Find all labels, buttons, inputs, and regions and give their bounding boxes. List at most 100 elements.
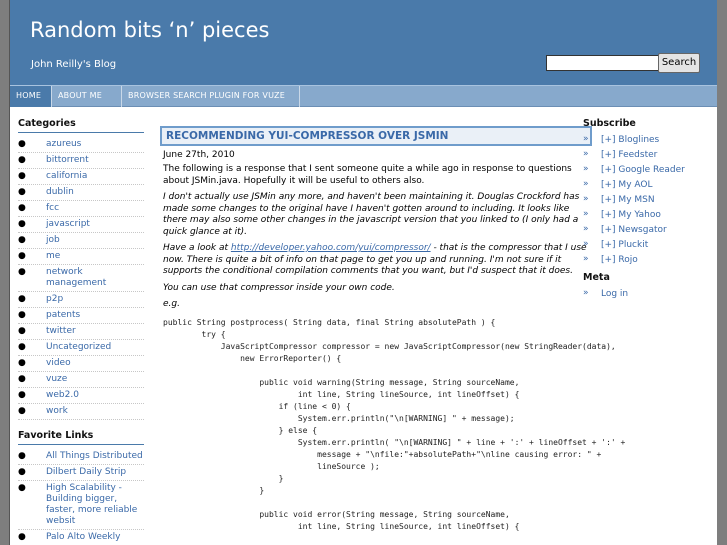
subscribe-item[interactable]: » [+] My Yahoo xyxy=(583,208,717,223)
favorite-link-item[interactable]: ● All Things Distributed xyxy=(18,449,144,465)
categories-heading: Categories xyxy=(18,118,144,133)
category-item[interactable]: ● Uncategorized xyxy=(18,340,144,356)
favorite-link-item[interactable]: ● Dilbert Daily Strip xyxy=(18,465,144,481)
category-label[interactable]: vuze xyxy=(46,374,67,384)
subscribe-label[interactable]: [+] My MSN xyxy=(601,195,655,205)
subscribe-item[interactable]: » [+] Bloglines xyxy=(583,133,717,148)
subscribe-label[interactable]: [+] Feedster xyxy=(601,150,657,160)
meta-list: » Log in xyxy=(583,287,717,302)
favorite-link-label[interactable]: All Things Distributed xyxy=(46,451,143,461)
favorite-link-label[interactable]: High Scalability - Building bigger, fast… xyxy=(46,483,137,526)
category-label[interactable]: web2.0 xyxy=(46,390,79,400)
subscribe-heading: Subscribe xyxy=(583,118,636,129)
bullet-icon: ● xyxy=(18,155,26,165)
bullet-icon: ● xyxy=(18,390,26,400)
search-input[interactable] xyxy=(546,55,663,71)
category-item[interactable]: ● bittorrent xyxy=(18,153,144,169)
category-label[interactable]: azureus xyxy=(46,139,81,149)
category-label[interactable]: dublin xyxy=(46,187,74,197)
bullet-icon: ● xyxy=(18,294,26,304)
subscribe-label[interactable]: [+] My Yahoo xyxy=(601,210,661,220)
double-chevron-icon: » xyxy=(583,288,589,298)
subscribe-item[interactable]: » [+] My AOL xyxy=(583,178,717,193)
bullet-icon: ● xyxy=(18,203,26,213)
category-item[interactable]: ● video xyxy=(18,356,144,372)
subscribe-label[interactable]: [+] Pluckit xyxy=(601,240,648,250)
subscribe-item[interactable]: » [+] Rojo xyxy=(583,253,717,268)
category-item[interactable]: ● web2.0 xyxy=(18,388,144,404)
category-label[interactable]: network management xyxy=(46,267,106,288)
category-item[interactable]: ● job xyxy=(18,233,144,249)
category-item[interactable]: ● california xyxy=(18,169,144,185)
favorite-link-item[interactable]: ● High Scalability - Building bigger, fas… xyxy=(18,481,144,530)
code-block: public String postprocess( String data, … xyxy=(163,317,626,531)
bullet-icon: ● xyxy=(18,532,26,542)
category-label[interactable]: javascript xyxy=(46,219,90,229)
subscribe-label[interactable]: [+] Bloglines xyxy=(601,135,659,145)
subscribe-label[interactable]: [+] My AOL xyxy=(601,180,652,190)
meta-heading: Meta xyxy=(583,272,610,283)
nav-about-me[interactable]: ABOUT ME xyxy=(52,86,122,107)
double-chevron-icon: » xyxy=(583,149,589,159)
subscribe-item[interactable]: » [+] Google Reader xyxy=(583,163,717,178)
category-label[interactable]: video xyxy=(46,358,71,368)
bullet-icon: ● xyxy=(18,406,26,416)
double-chevron-icon: » xyxy=(583,224,589,234)
category-item[interactable]: ● vuze xyxy=(18,372,144,388)
category-item[interactable]: ● dublin xyxy=(18,185,144,201)
category-label[interactable]: patents xyxy=(46,310,80,320)
main-content: RECOMMENDING YUI-COMPRESSOR OVER JSMIN J… xyxy=(160,126,626,533)
favorite-link-item[interactable]: ● Palo Alto Weekly xyxy=(18,530,144,545)
post-paragraph: Have a look at http://developer.yahoo.co… xyxy=(163,243,592,278)
category-item[interactable]: ● work xyxy=(18,404,144,420)
site-title[interactable]: Random bits ‘n’ pieces xyxy=(30,18,269,42)
subscribe-item[interactable]: » [+] Feedster xyxy=(583,148,717,163)
page: Random bits ‘n’ pieces John Reilly's Blo… xyxy=(10,0,717,545)
bullet-icon: ● xyxy=(18,374,26,384)
bullet-icon: ● xyxy=(18,235,26,245)
double-chevron-icon: » xyxy=(583,134,589,144)
favorite-link-label[interactable]: Dilbert Daily Strip xyxy=(46,467,126,477)
bullet-icon: ● xyxy=(18,219,26,229)
subscribe-label[interactable]: [+] Rojo xyxy=(601,255,638,265)
bullet-icon: ● xyxy=(18,310,26,320)
subscribe-item[interactable]: » [+] Newsgator xyxy=(583,223,717,238)
meta-item[interactable]: » Log in xyxy=(583,287,717,302)
category-item[interactable]: ● azureus xyxy=(18,137,144,153)
subscribe-item[interactable]: » [+] My MSN xyxy=(583,193,717,208)
category-label[interactable]: work xyxy=(46,406,68,416)
yui-compressor-link[interactable]: http://developer.yahoo.com/yui/compresso… xyxy=(231,243,431,253)
search-button[interactable]: Search xyxy=(658,53,700,73)
double-chevron-icon: » xyxy=(583,254,589,264)
subscribe-item[interactable]: » [+] Pluckit xyxy=(583,238,717,253)
post-title[interactable]: RECOMMENDING YUI-COMPRESSOR OVER JSMIN xyxy=(160,126,592,146)
category-item[interactable]: ● javascript xyxy=(18,217,144,233)
category-label[interactable]: job xyxy=(46,235,60,245)
paragraph-text: Have a look at xyxy=(163,243,231,253)
favorite-link-label[interactable]: Palo Alto Weekly xyxy=(46,532,120,542)
category-label[interactable]: bittorrent xyxy=(46,155,89,165)
category-item[interactable]: ● p2p xyxy=(18,292,144,308)
subscribe-list: » [+] Bloglines » [+] Feedster » [+] Google… xyxy=(583,133,717,268)
category-label[interactable]: p2p xyxy=(46,294,63,304)
nav-home[interactable]: HOME xyxy=(10,86,52,107)
post-paragraph: I don't actually use JSMin any more, and… xyxy=(163,192,580,237)
subscribe-label[interactable]: [+] Newsgator xyxy=(601,225,667,235)
subscribe-label[interactable]: [+] Google Reader xyxy=(601,165,685,175)
category-item[interactable]: ● twitter xyxy=(18,324,144,340)
site-header: Random bits ‘n’ pieces John Reilly's Blo… xyxy=(10,0,717,85)
category-label[interactable]: me xyxy=(46,251,60,261)
nav-browser-search-plugin[interactable]: BROWSER SEARCH PLUGIN FOR VUZE xyxy=(122,86,300,107)
category-label[interactable]: Uncategorized xyxy=(46,342,111,352)
category-label[interactable]: california xyxy=(46,171,87,181)
meta-label[interactable]: Log in xyxy=(601,289,628,299)
category-label[interactable]: fcc xyxy=(46,203,59,213)
category-label[interactable]: twitter xyxy=(46,326,76,336)
double-chevron-icon: » xyxy=(583,164,589,174)
category-item[interactable]: ● me xyxy=(18,249,144,265)
category-item[interactable]: ● patents xyxy=(18,308,144,324)
nav-bar: HOME ABOUT ME BROWSER SEARCH PLUGIN FOR … xyxy=(10,85,717,107)
post-paragraph: You can use that compressor inside your … xyxy=(163,282,395,293)
category-item[interactable]: ● network management xyxy=(18,265,144,292)
category-item[interactable]: ● fcc xyxy=(18,201,144,217)
